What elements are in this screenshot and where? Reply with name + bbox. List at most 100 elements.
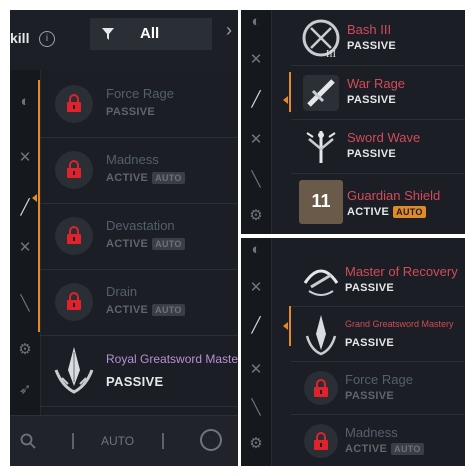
skill-name: Madness (345, 425, 398, 440)
search-icon[interactable] (20, 433, 36, 449)
divider (162, 433, 164, 449)
skill-list-panel-top-right: ◐ ✕ ╱ ✕ ╲ ⚙ III Bash III PASSIVE War Rag… (241, 10, 465, 234)
active-category-marker (283, 322, 288, 330)
active-category-marker (283, 96, 288, 104)
bottom-control-bar: AUTO (10, 415, 238, 466)
rail-gear-icon[interactable]: ⚙ (246, 206, 266, 226)
skill-row[interactable]: Royal Greatsword Master PASSIVE (40, 336, 238, 407)
auto-badge[interactable]: AUTO (152, 304, 185, 316)
skill-state: ACTIVE (106, 304, 149, 316)
skill-name: Bash III (347, 22, 392, 37)
skill-state: PASSIVE (345, 337, 394, 349)
rail-bow-icon[interactable]: ➶ (15, 380, 35, 400)
filter-label: All (140, 25, 160, 42)
skill-row[interactable]: Force Rage PASSIVE (291, 362, 465, 415)
svg-text:III: III (326, 49, 336, 60)
rail-sword-icon[interactable]: ╱ (246, 90, 266, 110)
rail-dagger-icon[interactable]: ╲ (15, 294, 35, 314)
skill-row[interactable]: Force Rage PASSIVE (40, 72, 238, 138)
war-rage-skill-icon (303, 75, 339, 111)
rail-crossed-blades-icon[interactable]: ✕ (15, 238, 35, 258)
skill-name: Guardian Shield (347, 188, 441, 203)
skill-state: PASSIVE (345, 282, 394, 294)
skill-row[interactable]: 11 Guardian Shield ACTIVE AUTO (291, 174, 465, 234)
skill-state: PASSIVE (347, 94, 396, 106)
master-of-recovery-skill-icon (303, 269, 339, 296)
skill-name: War Rage (347, 76, 406, 91)
skill-name: Madness (106, 152, 159, 167)
rail-crossed-blades-icon[interactable]: ✕ (246, 360, 266, 380)
active-category-marker (32, 194, 37, 202)
skill-row[interactable]: Drain ACTIVE AUTO (40, 270, 238, 336)
skill-row[interactable]: Madness ACTIVE AUTO (291, 415, 465, 466)
info-icon[interactable]: i (39, 31, 55, 47)
category-rail: ◐ ✕ ╱ ✕ ╲ ⚙ (241, 238, 272, 466)
skill-row[interactable]: Grand Greatsword Mastery PASSIVE (291, 307, 465, 362)
skill-state-line: ACTIVE AUTO (106, 304, 185, 316)
skill-state: ACTIVE (347, 206, 390, 218)
rail-dagger-icon[interactable]: ╲ (246, 398, 266, 418)
greatsword-skill-icon (54, 347, 94, 394)
skill-state: PASSIVE (106, 106, 155, 118)
skill-state: PASSIVE (345, 390, 394, 402)
skill-state: PASSIVE (347, 148, 396, 160)
category-rail: ◐ ✕ ╱ ✕ ╲ ⚙ (241, 10, 272, 234)
skill-row[interactable]: War Rage PASSIVE (291, 66, 465, 120)
skill-row[interactable]: Madness ACTIVE AUTO (40, 138, 238, 204)
skill-row[interactable]: III Bash III PASSIVE (291, 10, 465, 66)
lock-icon (67, 292, 81, 310)
lock-icon (67, 160, 81, 178)
guardian-shield-skill-icon: 11 (299, 180, 343, 224)
lock-icon (67, 94, 81, 112)
skill-row[interactable]: Sword Wave PASSIVE (291, 120, 465, 174)
rail-shield-icon[interactable]: ◐ (246, 240, 266, 260)
skill-state-line: ACTIVE AUTO (347, 206, 426, 218)
auto-badge[interactable]: AUTO (391, 443, 424, 455)
filter-dropdown[interactable]: All (90, 18, 212, 50)
skill-name: Force Rage (106, 86, 174, 101)
skill-state: PASSIVE (106, 374, 164, 389)
rail-shield-icon[interactable]: ◐ (246, 12, 266, 32)
skill-row[interactable]: Master of Recovery PASSIVE (291, 252, 465, 307)
header-title: kill (10, 30, 30, 46)
rail-gear-icon[interactable]: ⚙ (246, 434, 266, 454)
skill-name: Grand Greatsword Mastery (345, 319, 454, 329)
rail-sword-icon[interactable]: ╱ (246, 316, 266, 336)
skill-state: PASSIVE (347, 40, 396, 52)
greatsword-mastery-skill-icon (305, 315, 337, 356)
sword-wave-skill-icon (306, 131, 336, 163)
auto-toggle-label[interactable]: AUTO (101, 434, 134, 448)
rail-gear-icon[interactable]: ⚙ (15, 340, 35, 360)
skill-row[interactable]: Devastation ACTIVE AUTO (40, 204, 238, 270)
skill-header-bar: kill i All › (10, 10, 238, 70)
skill-name: Royal Greatsword Master (106, 352, 238, 366)
skill-state: ACTIVE (345, 443, 388, 455)
skill-name: Devastation (106, 218, 175, 233)
skill-list-panel-bottom-right: ◐ ✕ ╱ ✕ ╲ ⚙ Master of Recovery PASSIVE G… (241, 238, 465, 466)
skill-state-line: ACTIVE AUTO (106, 172, 185, 184)
skill-list-panel-left: kill i All › ◐ ✕ ╱ ✕ ╲ ⚙ ➶ Force Rage PA… (10, 10, 238, 466)
lock-icon (314, 379, 328, 397)
bash-skill-icon: III (302, 19, 340, 60)
auto-badge[interactable]: AUTO (152, 172, 185, 184)
rail-crossed-swords-icon[interactable]: ✕ (246, 278, 266, 298)
lock-icon (314, 432, 328, 450)
chevron-right-icon[interactable]: › (226, 20, 232, 41)
auto-badge[interactable]: AUTO (152, 238, 185, 250)
skill-state-line: ACTIVE AUTO (345, 443, 424, 455)
auto-badge[interactable]: AUTO (393, 206, 426, 218)
skill-name: Drain (106, 284, 138, 299)
rail-crossed-blades-icon[interactable]: ✕ (246, 130, 266, 150)
rail-dagger-icon[interactable]: ╲ (246, 170, 266, 190)
rail-crossed-swords-icon[interactable]: ✕ (246, 50, 266, 70)
timer-icon[interactable] (200, 429, 222, 451)
divider (72, 433, 74, 449)
skill-state: ACTIVE (106, 238, 149, 250)
lock-icon (67, 226, 81, 244)
skill-name: Force Rage (345, 372, 413, 387)
filter-icon (102, 28, 114, 40)
rail-crossed-swords-icon[interactable]: ✕ (15, 148, 35, 168)
skill-name: Sword Wave (347, 130, 421, 145)
rail-shield-icon[interactable]: ◐ (15, 92, 35, 112)
skill-name: Master of Recovery (345, 264, 458, 279)
